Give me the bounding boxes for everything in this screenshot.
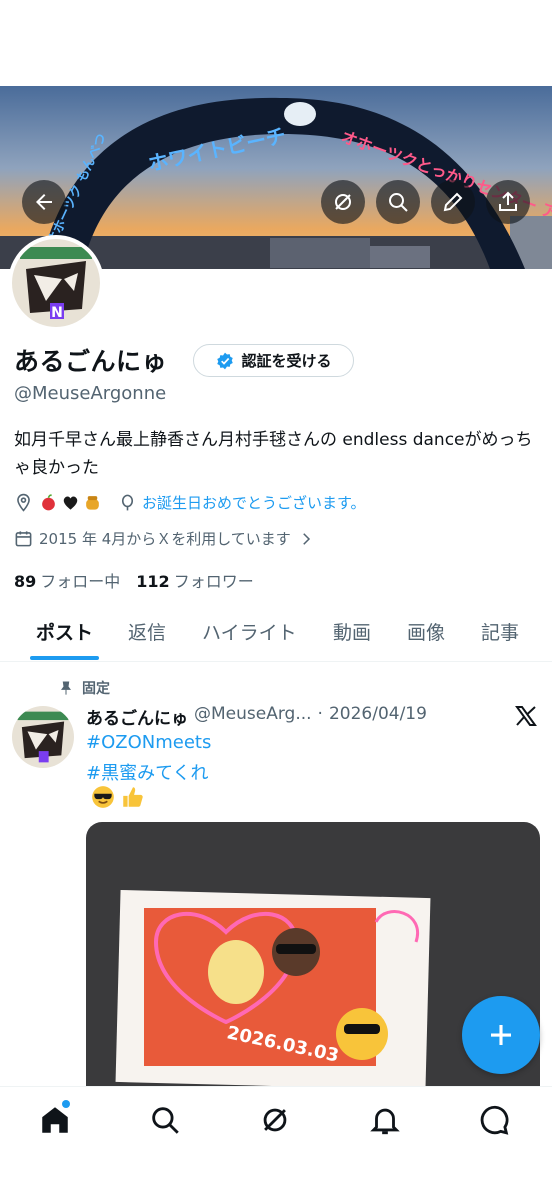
nav-search[interactable]: [148, 1103, 182, 1137]
profile-bio: 如月千早さん最上静香さん月村手毬さんの endless danceがめっちゃ良か…: [14, 430, 533, 478]
nav-messages[interactable]: [478, 1103, 512, 1137]
joined-text: 2015 年 4月からＸを利用しています: [39, 530, 291, 548]
following-count: 89: [14, 572, 37, 591]
tab-highlights[interactable]: ハイライト: [202, 618, 297, 645]
banner-image: ホワイトビーチ オホーツクとっかりセンター アザラシランド オホーツク もんべつ: [0, 86, 552, 269]
grok-icon: [263, 1108, 287, 1132]
plus-icon: [491, 1025, 511, 1045]
home-icon: [42, 1107, 68, 1133]
birthday: お誕生日おめでとうございます。: [118, 492, 366, 513]
nav-notifications[interactable]: [368, 1103, 402, 1137]
tab-articles[interactable]: 記事: [481, 618, 519, 645]
nav-grok[interactable]: [258, 1103, 292, 1137]
pinned-label: 固定: [58, 678, 110, 698]
verified-badge-icon: [217, 352, 234, 369]
post-separator: ·: [317, 704, 323, 724]
location-icon: [17, 493, 30, 512]
black-heart-icon: [63, 496, 78, 510]
share-button[interactable]: [486, 180, 530, 224]
compose-icon: [443, 192, 463, 212]
share-icon: [499, 191, 517, 211]
location-emojis: [39, 493, 102, 512]
post-hashtag-ozonmeets[interactable]: #OZONmeets: [86, 732, 211, 753]
following-label: フォロー中: [40, 572, 121, 591]
notifications-icon: [370, 1108, 400, 1135]
avatar-image: N: [12, 239, 100, 327]
nav-home[interactable]: [38, 1103, 72, 1137]
pinned-text: 固定: [82, 681, 110, 697]
post-author-handle[interactable]: @MeuseArg...: [194, 704, 312, 729]
svg-text:N: N: [51, 305, 63, 321]
smiling-face-with-sunglasses-icon: [92, 786, 114, 808]
tab-photos[interactable]: 画像: [407, 618, 445, 645]
verify-label: 認証を受ける: [241, 352, 332, 370]
calendar-icon: [15, 531, 32, 547]
tab-replies[interactable]: 返信: [128, 618, 166, 645]
post-author-avatar[interactable]: [12, 706, 74, 768]
new-post-button[interactable]: [462, 996, 540, 1074]
back-icon: [36, 194, 52, 210]
tab-posts[interactable]: ポスト: [36, 618, 93, 645]
follow-stats: 89 フォロー中 112 フォロワー: [14, 568, 254, 592]
profile-meta-joined[interactable]: 2015 年 4月からＸを利用しています: [14, 528, 315, 549]
post-hashtag-kuromitsu[interactable]: #黒蜜みてくれ: [86, 759, 209, 785]
profile-tabs: ポスト 返信 ハイライト 動画 画像 記事: [0, 604, 552, 662]
get-verified-button[interactable]: 認証を受ける: [193, 344, 354, 377]
avatar-image-small: [12, 706, 74, 768]
messages-icon: [480, 1105, 509, 1135]
active-tab-indicator: [30, 656, 99, 660]
profile-banner[interactable]: ホワイトビーチ オホーツクとっかりセンター アザラシランド オホーツク もんべつ: [0, 86, 552, 269]
post-date[interactable]: 2026/04/19: [329, 704, 427, 729]
x-logo-icon[interactable]: [513, 704, 539, 728]
search-icon: [389, 193, 408, 212]
home-notification-dot: [62, 1100, 70, 1108]
search-icon: [152, 1107, 179, 1134]
following-link[interactable]: 89 フォロー中: [14, 568, 120, 592]
compose-button[interactable]: [431, 180, 475, 224]
profile-avatar[interactable]: N: [8, 235, 104, 331]
balloon-icon: [121, 494, 134, 511]
grok-button[interactable]: [321, 180, 365, 224]
grok-icon: [335, 194, 351, 210]
post-author-name[interactable]: あるごんにゅ: [86, 704, 188, 729]
profile-meta-location: お誕生日おめでとうございます。: [14, 492, 366, 513]
profile-handle: @MeuseArgonne: [14, 383, 167, 404]
followers-count: 112: [136, 572, 170, 591]
post-emojis: [90, 784, 146, 810]
bottom-navigation: [0, 1086, 552, 1200]
tab-videos[interactable]: 動画: [333, 618, 371, 645]
thumbs-up-icon: [123, 787, 143, 807]
status-bar-area: [0, 0, 552, 86]
followers-link[interactable]: 112 フォロワー: [136, 568, 253, 592]
red-apple-icon: [42, 494, 55, 511]
search-button[interactable]: [376, 180, 420, 224]
chevron-right-icon: [303, 532, 310, 545]
birthday-text: お誕生日おめでとうございます。: [142, 494, 366, 512]
post-header: あるごんにゅ @MeuseArg... · 2026/04/19: [86, 704, 427, 729]
display-name: あるごんにゅ: [14, 347, 168, 376]
back-button[interactable]: [22, 180, 66, 224]
followers-label: フォロワー: [173, 572, 254, 591]
pin-icon: [61, 681, 71, 695]
honey-pot-icon: [86, 496, 99, 510]
